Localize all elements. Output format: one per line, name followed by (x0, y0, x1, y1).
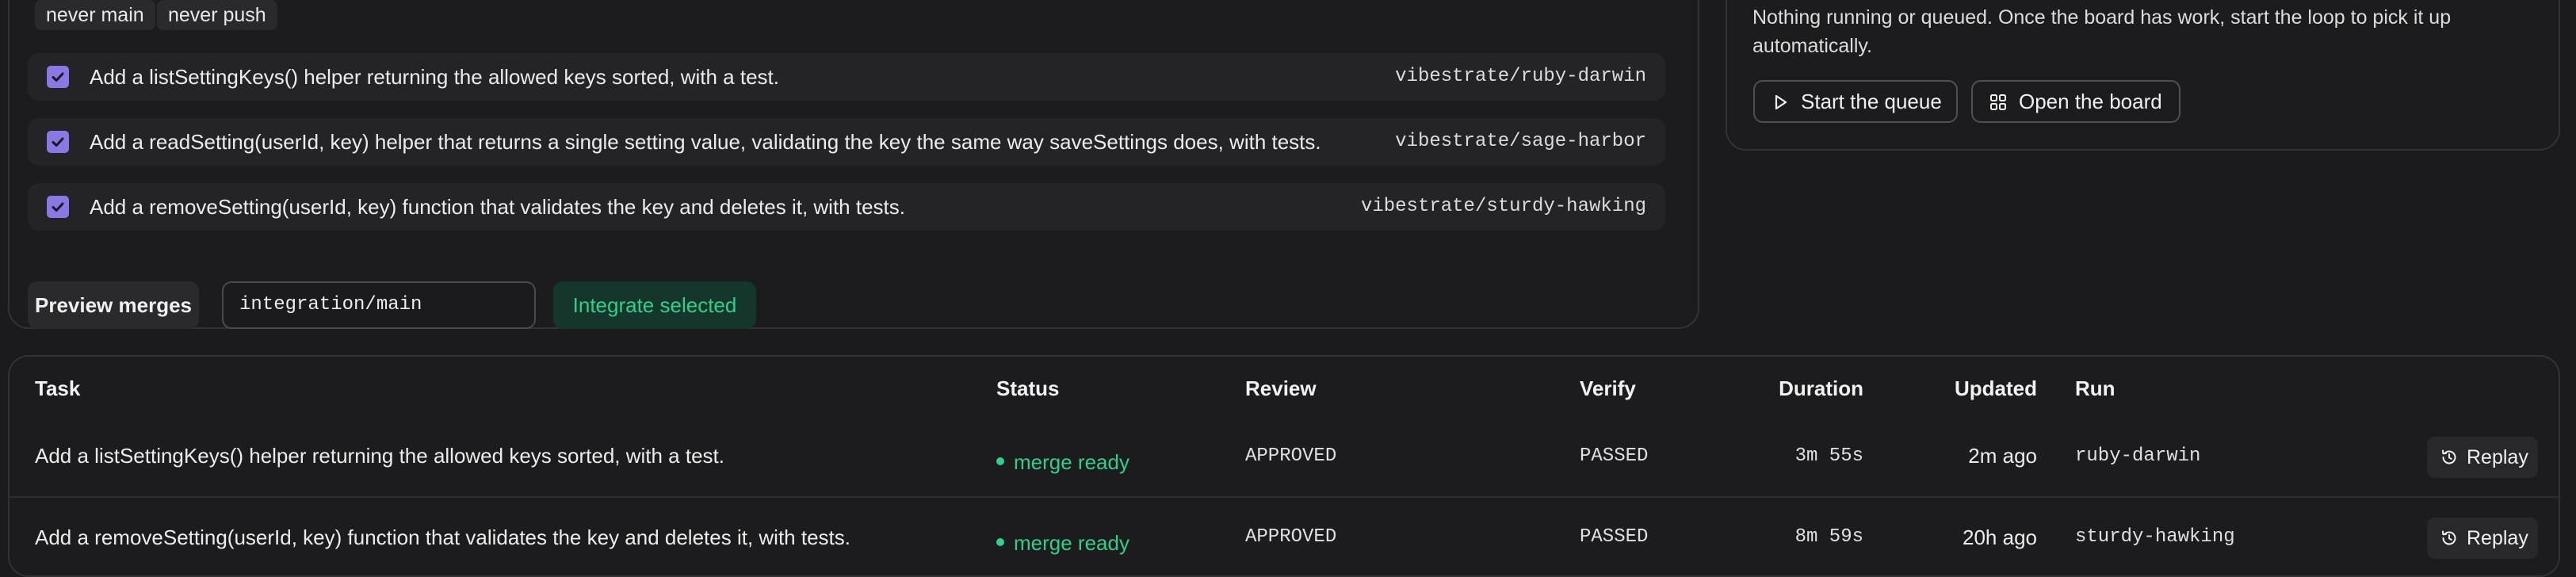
row-verify: PASSED (1580, 445, 1649, 467)
column-header-updated: Updated (1955, 376, 2037, 400)
replay-label: Replay (2467, 446, 2528, 468)
row-run: ruby-darwin (2075, 445, 2201, 467)
row-task: Add a listSettingKeys() helper returning… (35, 444, 724, 468)
tag-never-push: never push (157, 0, 277, 30)
play-icon (1775, 94, 1787, 110)
row-duration: 8m 59s (1794, 526, 1863, 548)
column-header-verify: Verify (1580, 376, 1636, 400)
column-header-status: Status (996, 376, 1060, 400)
task-branch: vibestrate/ruby-darwin (1395, 66, 1646, 87)
open-board-label: Open the board (2019, 90, 2162, 113)
start-queue-label: Start the queue (1801, 90, 1942, 113)
task-row[interactable]: Add a listSettingKeys() helper returning… (28, 53, 1665, 101)
task-branch: vibestrate/sage-harbor (1395, 131, 1646, 152)
replay-button[interactable]: Replay (2427, 518, 2538, 559)
task-label: Add a listSettingKeys() helper returning… (90, 65, 779, 89)
row-task: Add a removeSetting(userId, key) functio… (35, 525, 850, 549)
status-dot-icon (996, 538, 1004, 547)
start-queue-button[interactable]: Start the queue (1753, 80, 1958, 123)
task-row[interactable]: Add a removeSetting(userId, key) functio… (28, 183, 1665, 231)
task-label: Add a removeSetting(userId, key) functio… (90, 195, 905, 219)
queue-empty-message: Nothing running or queued. Once the boar… (1752, 6, 2452, 57)
status-badge: merge ready (996, 450, 1129, 475)
history-icon (2442, 530, 2456, 545)
row-divider (10, 496, 2559, 498)
tag-never-main: never main (35, 0, 155, 30)
row-review: APPROVED (1245, 526, 1337, 548)
task-branch: vibestrate/sturdy-hawking (1360, 196, 1646, 217)
checkbox-checked-icon[interactable] (47, 196, 69, 218)
replay-button[interactable]: Replay (2427, 437, 2538, 478)
task-row[interactable]: Add a readSetting(userId, key) helper th… (28, 118, 1665, 166)
column-header-run: Run (2075, 376, 2115, 400)
history-icon (2442, 449, 2456, 464)
status-dot-icon (996, 457, 1004, 466)
task-label: Add a readSetting(userId, key) helper th… (90, 130, 1321, 154)
preview-merges-button[interactable]: Preview merges (28, 281, 199, 329)
checkbox-checked-icon[interactable] (47, 131, 69, 153)
row-updated: 2m ago (1968, 444, 2037, 468)
row-review: APPROVED (1245, 445, 1337, 467)
grid-icon (1990, 94, 2006, 110)
row-run: sturdy-hawking (2075, 526, 2235, 548)
target-branch-input[interactable]: integration/main (222, 281, 536, 329)
column-header-review: Review (1245, 376, 1317, 400)
column-header-duration: Duration (1779, 376, 1863, 400)
column-header-task: Task (35, 376, 81, 400)
open-board-button[interactable]: Open the board (1971, 80, 2180, 123)
integrate-selected-button[interactable]: Integrate selected (553, 281, 756, 329)
replay-label: Replay (2467, 527, 2528, 549)
row-duration: 3m 55s (1794, 445, 1863, 467)
checkbox-checked-icon[interactable] (47, 66, 69, 88)
row-verify: PASSED (1580, 526, 1649, 548)
row-updated: 20h ago (1963, 525, 2037, 549)
status-badge: merge ready (996, 531, 1129, 556)
